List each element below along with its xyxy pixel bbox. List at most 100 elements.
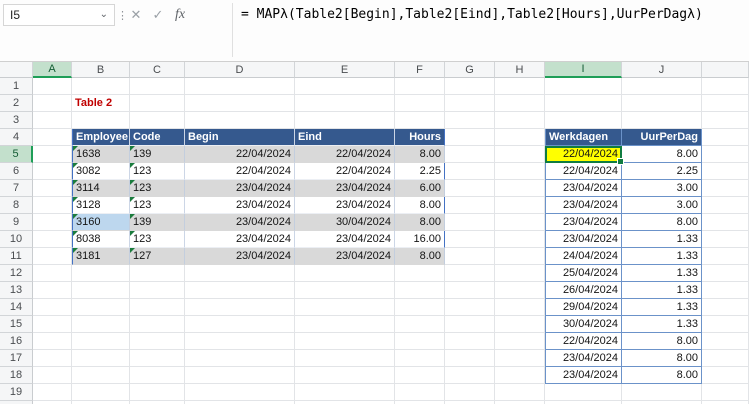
cell-G3[interactable] [445,112,495,129]
cell-F2[interactable] [395,95,445,112]
cell-D17[interactable] [185,350,295,367]
cell-B2[interactable]: Table 2 [72,95,130,112]
column-header-E[interactable]: E [295,62,395,78]
cell-D6[interactable]: 22/04/2024 [185,163,295,180]
cell-F13[interactable] [395,282,445,299]
cell-A6[interactable] [33,163,72,180]
cell-I14[interactable]: 29/04/2024 [545,299,622,316]
cell-I12[interactable]: 25/04/2024 [545,265,622,282]
cell-G16[interactable] [445,333,495,350]
column-header-G[interactable]: G [445,62,495,78]
cell-J8[interactable]: 3.00 [622,197,702,214]
cell-E1[interactable] [295,78,395,95]
cell-filler-3[interactable] [702,112,749,129]
cell-C2[interactable] [130,95,185,112]
cell-G13[interactable] [445,282,495,299]
cell-A11[interactable] [33,248,72,265]
cell-H8[interactable] [495,197,545,214]
select-all-corner[interactable] [0,62,33,78]
cell-C5[interactable]: 139 [130,146,185,163]
cell-G9[interactable] [445,214,495,231]
cell-J12[interactable]: 1.33 [622,265,702,282]
cell-E8[interactable]: 23/04/2024 [295,197,395,214]
row-header-3[interactable]: 3 [0,112,33,129]
cell-E9[interactable]: 30/04/2024 [295,214,395,231]
cell-E10[interactable]: 23/04/2024 [295,231,395,248]
cell-H13[interactable] [495,282,545,299]
cell-D14[interactable] [185,299,295,316]
cell-H1[interactable] [495,78,545,95]
row-header-6[interactable]: 6 [0,163,33,180]
cell-D15[interactable] [185,316,295,333]
cell-J17[interactable]: 8.00 [622,350,702,367]
row-header-1[interactable]: 1 [0,78,33,95]
cell-E17[interactable] [295,350,395,367]
cell-filler-11[interactable] [702,248,749,265]
cell-D13[interactable] [185,282,295,299]
cell-F5[interactable]: 8.00 [395,146,445,163]
cell-C1[interactable] [130,78,185,95]
cell-filler-18[interactable] [702,367,749,384]
cell-F11[interactable]: 8.00 [395,248,445,265]
cell-J13[interactable]: 1.33 [622,282,702,299]
cell-A7[interactable] [33,180,72,197]
column-header-H[interactable]: H [495,62,545,78]
row-header-16[interactable]: 16 [0,333,33,350]
row-header-7[interactable]: 7 [0,180,33,197]
cell-A19[interactable] [33,384,72,401]
cell-C3[interactable] [130,112,185,129]
row-header-17[interactable]: 17 [0,350,33,367]
column-header-I[interactable]: I [545,62,622,78]
cell-D1[interactable] [185,78,295,95]
cell-H3[interactable] [495,112,545,129]
cell-A9[interactable] [33,214,72,231]
cell-J14[interactable]: 1.33 [622,299,702,316]
cell-A16[interactable] [33,333,72,350]
cell-H12[interactable] [495,265,545,282]
cell-E12[interactable] [295,265,395,282]
cell-E11[interactable]: 23/04/2024 [295,248,395,265]
formula-input[interactable]: = MAPλ(Table2[Begin],Table2[Eind],Table2… [241,7,703,22]
cell-I16[interactable]: 22/04/2024 [545,333,622,350]
cell-H17[interactable] [495,350,545,367]
cell-D9[interactable]: 23/04/2024 [185,214,295,231]
cell-J2[interactable] [622,95,702,112]
cell-filler-6[interactable] [702,163,749,180]
cell-B17[interactable] [72,350,130,367]
cell-A3[interactable] [33,112,72,129]
cell-J9[interactable]: 8.00 [622,214,702,231]
cell-J11[interactable]: 1.33 [622,248,702,265]
cell-C10[interactable]: 123 [130,231,185,248]
cell-I2[interactable] [545,95,622,112]
cell-F12[interactable] [395,265,445,282]
cell-C18[interactable] [130,367,185,384]
cell-B14[interactable] [72,299,130,316]
cell-E3[interactable] [295,112,395,129]
row-header-9[interactable]: 9 [0,214,33,231]
cell-C9[interactable]: 139 [130,214,185,231]
cell-A14[interactable] [33,299,72,316]
cell-C6[interactable]: 123 [130,163,185,180]
cell-G4[interactable] [445,129,495,146]
name-box[interactable]: I5 ⌄ [3,4,115,26]
cell-J7[interactable]: 3.00 [622,180,702,197]
cell-E16[interactable] [295,333,395,350]
cell-filler-19[interactable] [702,384,749,401]
cell-B13[interactable] [72,282,130,299]
cell-B8[interactable]: 3128 [72,197,130,214]
row-header-12[interactable]: 12 [0,265,33,282]
cell-A1[interactable] [33,78,72,95]
cell-F14[interactable] [395,299,445,316]
cell-H14[interactable] [495,299,545,316]
cell-A12[interactable] [33,265,72,282]
cell-G17[interactable] [445,350,495,367]
cell-filler-16[interactable] [702,333,749,350]
row-header-4[interactable]: 4 [0,129,33,146]
cell-A15[interactable] [33,316,72,333]
row-header-10[interactable]: 10 [0,231,33,248]
cell-A10[interactable] [33,231,72,248]
cell-I10[interactable]: 23/04/2024 [545,231,622,248]
cell-A13[interactable] [33,282,72,299]
cell-I3[interactable] [545,112,622,129]
cell-D16[interactable] [185,333,295,350]
